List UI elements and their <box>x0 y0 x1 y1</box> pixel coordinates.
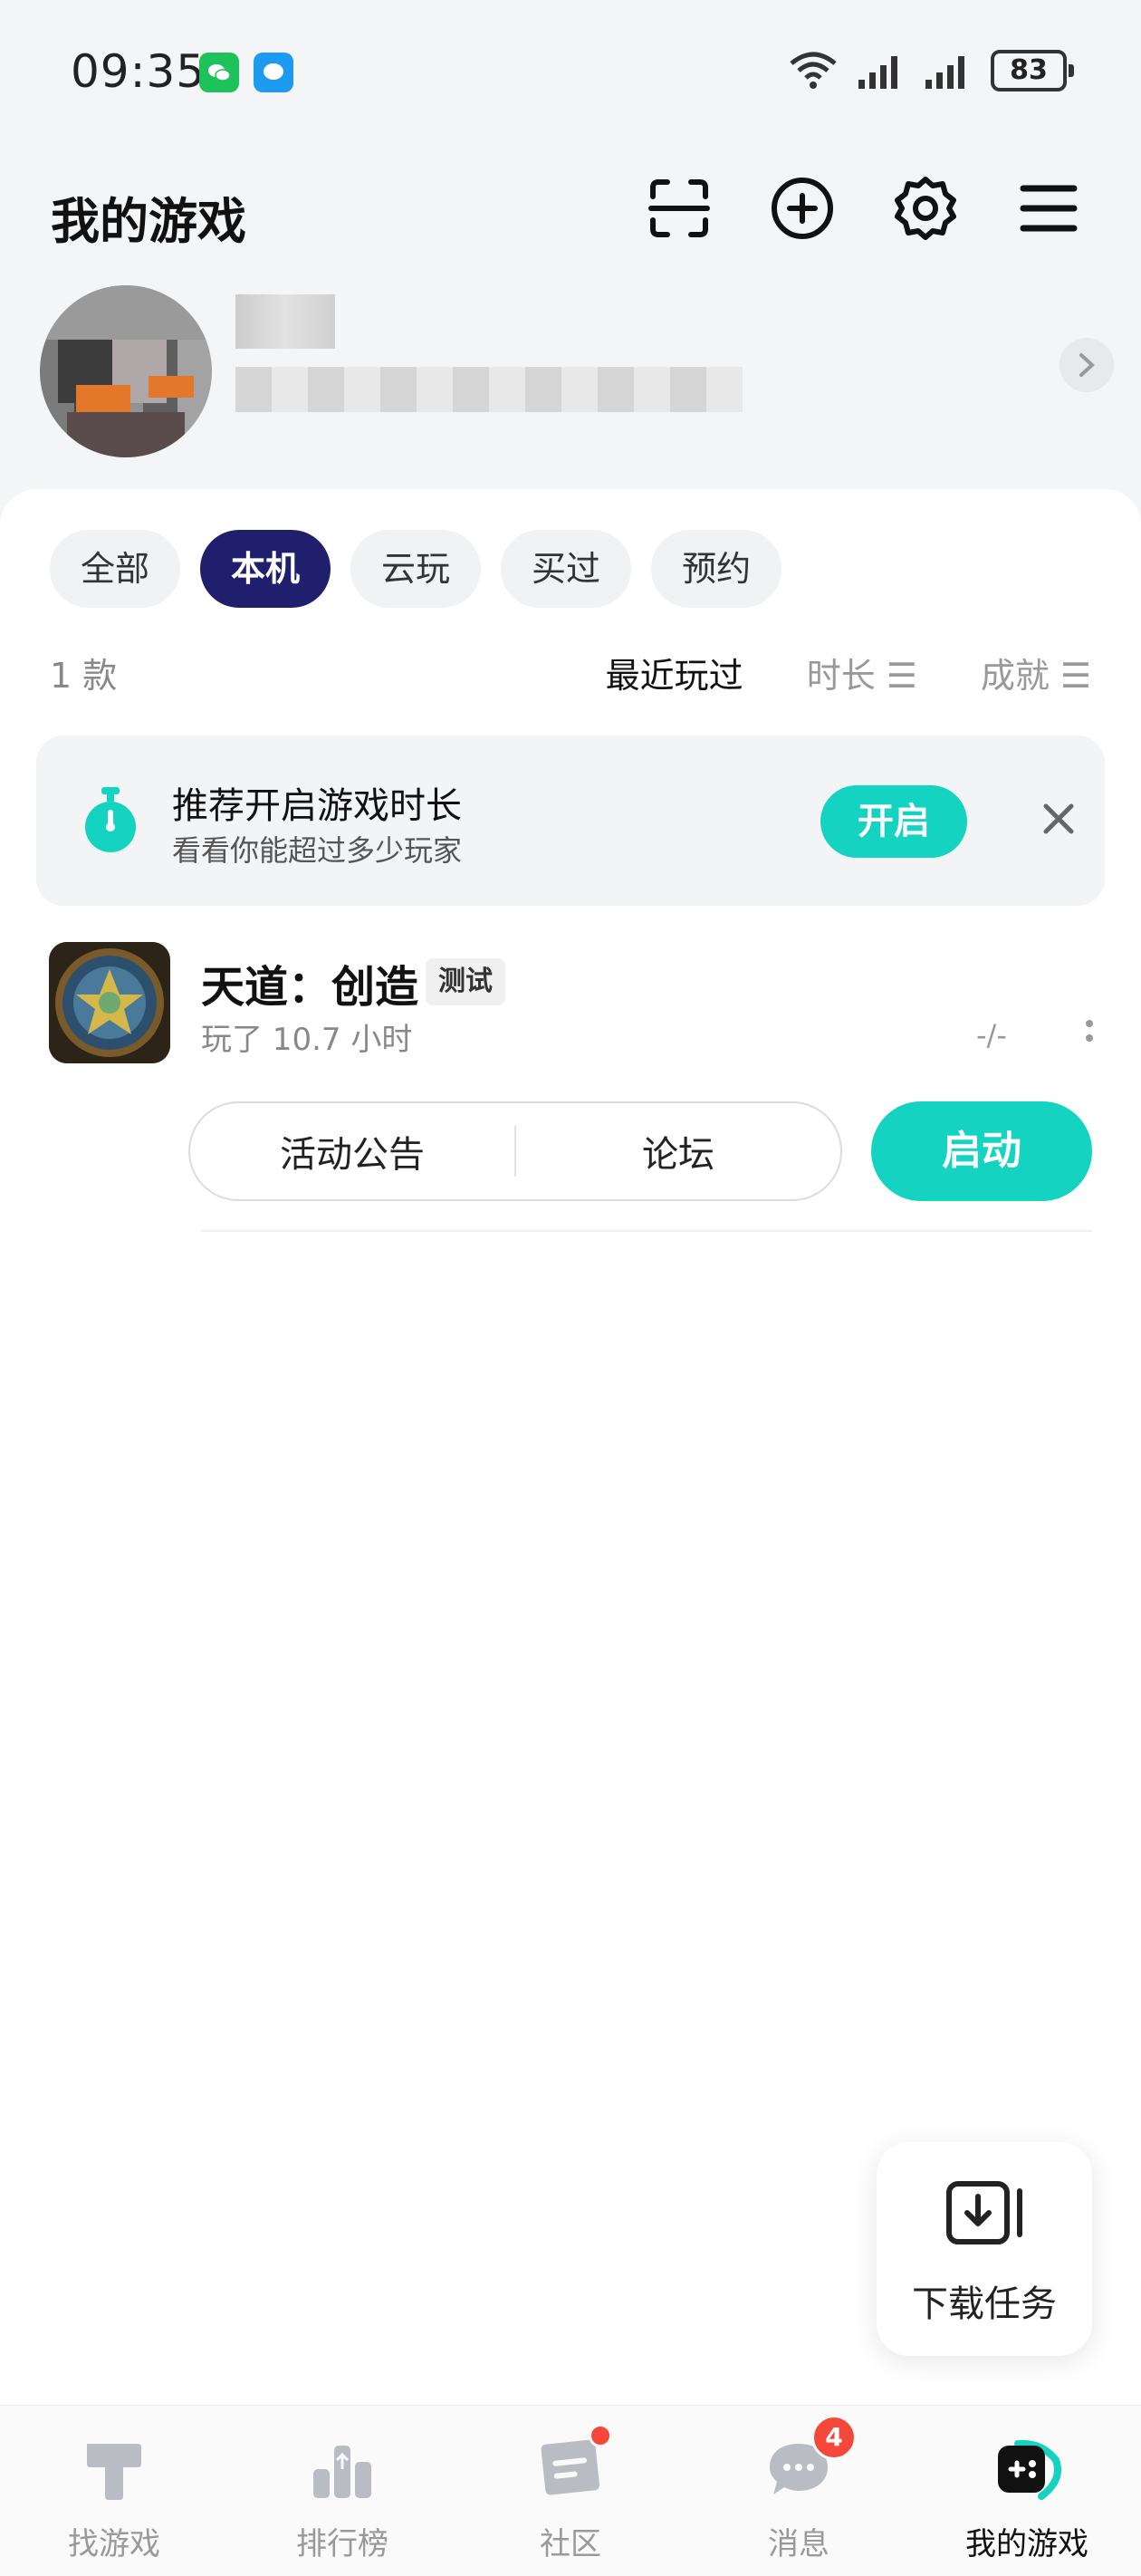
stopwatch-icon <box>82 785 139 858</box>
test-badge: 测试 <box>426 958 505 1005</box>
games-card: 全部 本机 云玩 买过 预约 1 款 最近玩过 时长 ☰ 成就 ☰ 推荐开启游戏… <box>0 489 1141 2405</box>
nav-messages[interactable]: 4 消息 <box>685 2406 913 2576</box>
status-right: 83 <box>788 47 1074 94</box>
my-games-icon <box>998 2439 1061 2500</box>
filter-tabs: 全部 本机 云玩 买过 预约 <box>50 530 782 608</box>
close-icon[interactable] <box>1037 797 1080 844</box>
tab-reserved[interactable]: 预约 <box>651 530 782 608</box>
wechat-icon <box>199 53 239 92</box>
download-tasks-button[interactable]: 下载任务 <box>877 2142 1092 2356</box>
sort-recent[interactable]: 最近玩过 <box>606 648 743 697</box>
tab-purchased[interactable]: 买过 <box>501 530 632 608</box>
chevron-right-icon[interactable] <box>1060 338 1114 392</box>
sort-options: 最近玩过 时长 ☰ 成就 ☰ <box>606 648 1091 697</box>
game-rank: -/- <box>976 1018 1007 1053</box>
signal-icon <box>925 56 964 89</box>
tab-all[interactable]: 全部 <box>50 530 181 608</box>
page-title: 我的游戏 <box>51 193 246 250</box>
battery-icon: 83 <box>991 50 1074 91</box>
user-info-blurred <box>235 367 743 412</box>
wifi-icon <box>790 52 837 89</box>
menu-icon[interactable] <box>1012 172 1085 245</box>
download-icon <box>945 2178 1027 2251</box>
bottom-nav: 找游戏 排行榜 社区 4 消息 我的游戏 <box>0 2405 1141 2576</box>
tab-cloud[interactable]: 云玩 <box>350 530 482 608</box>
sort-duration[interactable]: 时长 ☰ <box>807 648 917 697</box>
find-games-icon <box>87 2444 141 2500</box>
signal-icon <box>858 56 897 89</box>
message-badge: 4 <box>811 2415 857 2460</box>
forum-button[interactable]: 论坛 <box>516 1125 840 1177</box>
more-vertical-icon[interactable] <box>1083 1016 1096 1053</box>
notification-dot <box>589 2424 612 2447</box>
add-circle-icon[interactable] <box>766 172 839 245</box>
enable-button[interactable]: 开启 <box>820 785 967 858</box>
status-time: 09:35 <box>71 45 206 98</box>
game-title[interactable]: 天道：创造 <box>201 951 418 1014</box>
scan-icon[interactable] <box>643 172 715 245</box>
launch-button[interactable]: 启动 <box>871 1101 1092 1201</box>
avatar[interactable] <box>40 285 212 457</box>
tab-local[interactable]: 本机 <box>200 530 331 608</box>
game-actions: 活动公告 论坛 <box>188 1101 842 1201</box>
sort-achievement[interactable]: 成就 ☰ <box>981 648 1091 697</box>
status-bar: 09:35 83 <box>0 0 1141 136</box>
profile-card[interactable] <box>18 267 1123 457</box>
game-count: 1 款 <box>50 656 118 696</box>
nav-ranking[interactable]: 排行榜 <box>228 2406 456 2576</box>
settings-icon[interactable] <box>889 172 962 245</box>
ranking-icon <box>313 2446 371 2498</box>
announcement-button[interactable]: 活动公告 <box>190 1125 514 1177</box>
message-icon <box>254 53 293 92</box>
playtime-banner: 推荐开启游戏时长 看看你能超过多少玩家 开启 <box>36 735 1105 906</box>
play-time: 玩了 10.7 小时 <box>201 1022 413 1058</box>
game-icon[interactable] <box>49 942 170 1063</box>
divider <box>201 1230 1092 1232</box>
username-blurred <box>235 294 335 349</box>
banner-subtitle: 看看你能超过多少玩家 <box>172 833 463 868</box>
nav-find-games[interactable]: 找游戏 <box>0 2406 228 2576</box>
nav-my-games[interactable]: 我的游戏 <box>913 2406 1141 2576</box>
nav-community[interactable]: 社区 <box>456 2406 685 2576</box>
download-tasks-label: 下载任务 <box>912 2283 1057 2325</box>
banner-title: 推荐开启游戏时长 <box>172 785 462 827</box>
